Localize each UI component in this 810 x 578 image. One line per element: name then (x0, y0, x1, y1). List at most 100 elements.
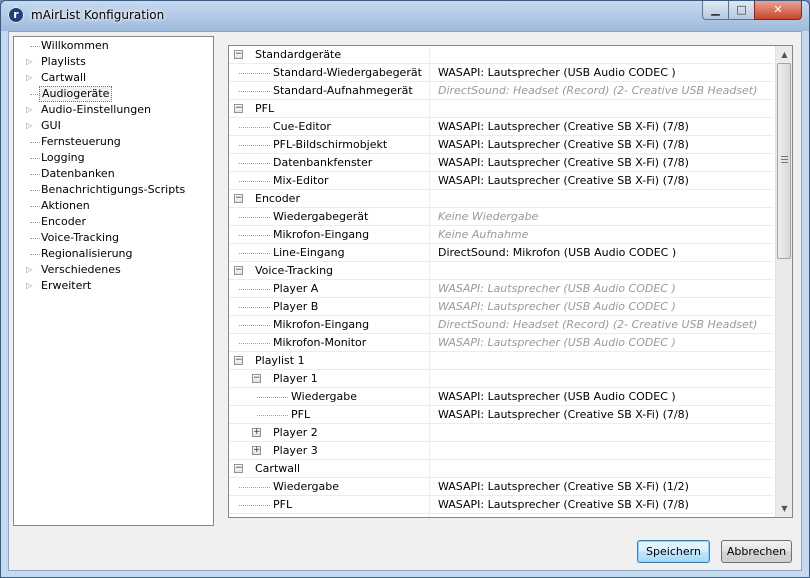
tree-group-row[interactable]: − Player 1 (229, 370, 774, 388)
device-row[interactable]: Mikrofon-Eingang DirectSound: Headset (Re… (229, 316, 774, 334)
nav-item[interactable]: Willkommen (14, 38, 213, 54)
tree-connector (239, 289, 270, 290)
scrollbar-thumb[interactable] (777, 63, 791, 259)
device-row[interactable]: Player A WASAPI: Lautsprecher (USB Audio … (229, 280, 774, 298)
scroll-down-arrow-icon[interactable]: ▼ (776, 500, 792, 517)
nav-item[interactable]: Aktionen (14, 198, 213, 214)
nav-item[interactable]: Audiogeräte (14, 86, 213, 102)
maximize-button[interactable]: □ (728, 1, 755, 20)
collapse-icon[interactable]: − (234, 464, 243, 473)
device-row[interactable]: Standard-Wiedergabegerät WASAPI: Lautspre… (229, 64, 774, 82)
tree-connector (239, 181, 270, 182)
device-value[interactable]: Keine Aufnahme (438, 226, 528, 243)
save-button[interactable]: Speichern (637, 540, 710, 563)
device-value[interactable]: WASAPI: Lautsprecher (Creative SB X-Fi) … (438, 478, 689, 495)
nav-item[interactable]: Benachrichtigungs-Scripts (14, 182, 213, 198)
device-value[interactable]: WASAPI: Lautsprecher (USB Audio CODEC ) (438, 298, 676, 315)
collapse-icon[interactable]: − (234, 194, 243, 203)
nav-item[interactable]: Fernsteuerung (14, 134, 213, 150)
device-row[interactable]: Wiedergabegerät Keine Wiedergabe (229, 208, 774, 226)
expand-icon[interactable]: + (252, 428, 261, 437)
device-value[interactable]: WASAPI: Lautsprecher (Creative SB X-Fi) … (438, 406, 689, 423)
nav-item-label: Erweitert (41, 279, 92, 292)
device-row[interactable]: Mikrofon-Monitor WASAPI: Lautsprecher (US… (229, 334, 774, 352)
collapse-icon[interactable]: − (234, 266, 243, 275)
nav-item[interactable]: Logging (14, 150, 213, 166)
close-icon: ✕ (773, 3, 783, 16)
device-value[interactable]: WASAPI: Lautsprecher (USB Audio CODEC ) (438, 64, 676, 81)
category-tree[interactable]: Willkommen ▷ Playlists ▷ Cartwall Audiogeräte… (13, 36, 214, 526)
device-row[interactable]: Standard-Aufnahmegerät DirectSound: Heads… (229, 82, 774, 100)
device-row[interactable]: Cue-Editor WASAPI: Lautsprecher (Creative… (229, 118, 774, 136)
tree-group-row[interactable]: − PFL (229, 100, 774, 118)
device-value[interactable]: WASAPI: Lautsprecher (Creative SB X-Fi) … (438, 496, 689, 513)
device-value[interactable]: WASAPI: Lautsprecher (USB Audio CODEC ) (438, 388, 676, 405)
collapse-icon[interactable]: − (234, 104, 243, 113)
nav-item[interactable]: ▷ Erweitert (14, 278, 213, 294)
nav-item-label: Benachrichtigungs-Scripts (41, 183, 186, 196)
device-value[interactable]: WASAPI: Lautsprecher (Creative SB X-Fi) … (438, 136, 689, 153)
collapse-icon[interactable]: − (234, 356, 243, 365)
expand-arrow-icon[interactable]: ▷ (26, 102, 36, 118)
device-row[interactable]: PFL WASAPI: Lautsprecher (Creative SB X-F… (229, 406, 774, 424)
expand-arrow-icon[interactable]: ▷ (26, 262, 36, 278)
device-value[interactable]: Keine Wiedergabe (438, 208, 538, 225)
scroll-up-arrow-icon[interactable]: ▲ (776, 46, 792, 63)
device-value[interactable]: DirectSound: Headset (Record) (2- Creati… (438, 82, 757, 99)
close-button[interactable]: ✕ (754, 1, 802, 20)
tree-group-row[interactable]: − Encoder (229, 190, 774, 208)
row-label: PFL (291, 408, 311, 421)
minimize-button[interactable]: ▁ (702, 1, 729, 20)
tree-group-row[interactable]: − Voice-Tracking (229, 262, 774, 280)
title-bar[interactable]: r mAirList Konfiguration ▁ □ ✕ (1, 1, 809, 31)
cancel-button[interactable]: Abbrechen (721, 540, 792, 563)
device-row[interactable]: Wiedergabe WASAPI: Lautsprecher (Creative… (229, 478, 774, 496)
row-label: Mikrofon-Monitor (273, 336, 367, 349)
nav-item[interactable]: Encoder (14, 214, 213, 230)
vertical-scrollbar[interactable]: ▲ ▼ (775, 46, 792, 517)
expand-arrow-icon[interactable]: ▷ (26, 54, 36, 70)
expand-icon[interactable]: + (252, 446, 261, 455)
row-label: Wiedergabegerät (273, 210, 369, 223)
device-value[interactable]: WASAPI: Lautsprecher (Creative SB X-Fi) … (438, 154, 689, 171)
nav-item-label: Verschiedenes (41, 263, 121, 276)
nav-item[interactable]: Voice-Tracking (14, 230, 213, 246)
collapse-icon[interactable]: − (234, 50, 243, 59)
device-value[interactable]: DirectSound: Headset (Record) (2- Creati… (438, 316, 757, 333)
row-label: Playlist 1 (255, 354, 305, 367)
nav-item[interactable]: ▷ Verschiedenes (14, 262, 213, 278)
nav-item[interactable]: ▷ Playlists (14, 54, 213, 70)
nav-item[interactable]: Datenbanken (14, 166, 213, 182)
nav-item[interactable]: ▷ GUI (14, 118, 213, 134)
tree-group-row[interactable]: − Standardgeräte (229, 46, 774, 64)
tree-group-row[interactable]: + Player 2 (229, 424, 774, 442)
device-row[interactable]: Player B WASAPI: Lautsprecher (USB Audio … (229, 298, 774, 316)
expand-arrow-icon[interactable]: ▷ (26, 70, 36, 86)
device-row[interactable]: Mix-Editor WASAPI: Lautsprecher (Creative… (229, 172, 774, 190)
device-value[interactable]: WASAPI: Lautsprecher (USB Audio CODEC ) (438, 280, 676, 297)
nav-item[interactable]: ▷ Audio-Einstellungen (14, 102, 213, 118)
device-row[interactable]: Wiedergabe WASAPI: Lautsprecher (USB Audi… (229, 388, 774, 406)
tree-group-row[interactable]: − Playlist 1 (229, 352, 774, 370)
device-row[interactable]: PFL WASAPI: Lautsprecher (Creative SB X-F… (229, 496, 774, 514)
device-row[interactable]: Mikrofon-Eingang Keine Aufnahme (229, 226, 774, 244)
device-row[interactable]: Line-Eingang DirectSound: Mikrofon (USB A… (229, 244, 774, 262)
nav-item-label: Playlists (41, 55, 86, 68)
collapse-icon[interactable]: − (252, 374, 261, 383)
nav-item-label: Fernsteuerung (41, 135, 121, 148)
device-tree[interactable]: ▲ ▼ − Standardgeräte Standard-Wiedergabege… (228, 45, 793, 518)
nav-item-label: Audio-Einstellungen (41, 103, 152, 116)
tree-connector (239, 487, 270, 488)
tree-group-row[interactable]: + Player 3 (229, 442, 774, 460)
nav-item[interactable]: Regionalisierung (14, 246, 213, 262)
expand-arrow-icon[interactable]: ▷ (26, 118, 36, 134)
device-row[interactable]: PFL-Bildschirmobjekt WASAPI: Lautsprecher… (229, 136, 774, 154)
expand-arrow-icon[interactable]: ▷ (26, 278, 36, 294)
nav-item[interactable]: ▷ Cartwall (14, 70, 213, 86)
device-row[interactable]: Datenbankfenster WASAPI: Lautsprecher (Cr… (229, 154, 774, 172)
device-value[interactable]: WASAPI: Lautsprecher (Creative SB X-Fi) … (438, 118, 689, 135)
device-value[interactable]: WASAPI: Lautsprecher (USB Audio CODEC ) (438, 334, 676, 351)
device-value[interactable]: WASAPI: Lautsprecher (Creative SB X-Fi) … (438, 172, 689, 189)
tree-group-row[interactable]: − Cartwall (229, 460, 774, 478)
device-value[interactable]: DirectSound: Mikrofon (USB Audio CODEC ) (438, 244, 676, 261)
